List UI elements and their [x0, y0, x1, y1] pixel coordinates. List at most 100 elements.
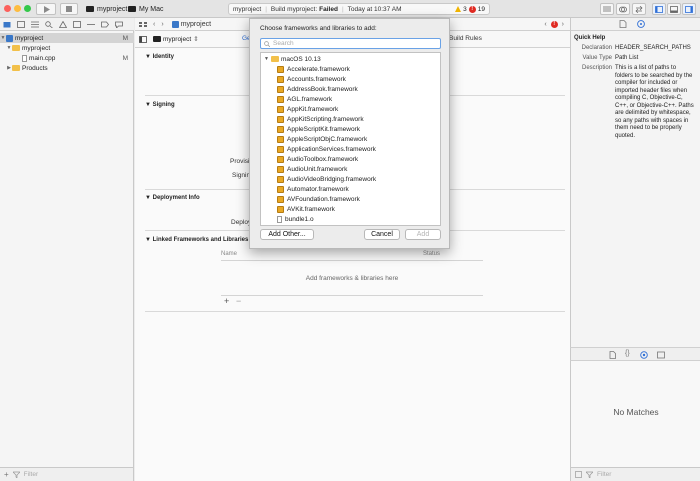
no-matches-message: No Matches	[613, 407, 659, 417]
disclosure-open-icon: ▼	[145, 54, 151, 60]
framework-icon	[277, 205, 284, 213]
source-control-icon[interactable]	[17, 20, 25, 28]
navigator-item-file[interactable]: main.cpp M	[0, 53, 134, 63]
framework-row[interactable]: Automator.framework	[277, 184, 440, 194]
warning-icon	[455, 6, 462, 12]
framework-row[interactable]: Accounts.framework	[277, 74, 440, 84]
minimize-window-button[interactable]	[14, 5, 21, 12]
scheme-selector[interactable]: myproject ›	[86, 3, 133, 15]
framework-row[interactable]: AudioVideoBridging.framework	[277, 174, 440, 184]
sidebar-toggle-icon[interactable]	[139, 36, 147, 43]
sheet-title: Choose frameworks and libraries to add:	[260, 25, 377, 32]
media-library-icon[interactable]	[657, 351, 665, 359]
assistant-editor-button[interactable]	[616, 3, 630, 15]
value-type-label: Value Type	[582, 55, 612, 61]
file-inspector-icon[interactable]	[619, 20, 627, 28]
error-icon[interactable]: !	[550, 20, 558, 28]
framework-row[interactable]: AVFoundation.framework	[277, 194, 440, 204]
framework-row[interactable]: AVKit.framework	[277, 204, 440, 214]
modified-badge: M	[122, 34, 128, 42]
framework-row[interactable]: AppKit.framework	[277, 104, 440, 114]
framework-row[interactable]: AddressBook.framework	[277, 84, 440, 94]
issue-icon[interactable]	[59, 20, 67, 28]
stop-button[interactable]	[60, 3, 78, 15]
add-icon[interactable]: +	[4, 470, 9, 479]
framework-label: Automator.framework	[287, 185, 349, 193]
project-icon	[6, 34, 13, 42]
run-button[interactable]	[36, 3, 56, 15]
sdk-group-row[interactable]: ▼ macOS 10.13	[264, 54, 440, 64]
framework-row[interactable]: AppKitScripting.framework	[277, 114, 440, 124]
remove-framework-button[interactable]: −	[236, 296, 241, 306]
test-icon[interactable]	[73, 20, 81, 28]
next-issue-icon[interactable]: ›	[562, 21, 564, 28]
zoom-window-button[interactable]	[24, 5, 31, 12]
framework-search-field[interactable]: Search	[260, 38, 441, 49]
breakpoint-icon[interactable]	[101, 21, 109, 28]
build-time: Today at 10:37 AM	[347, 5, 402, 13]
framework-row[interactable]: AudioToolbox.framework	[277, 154, 440, 164]
library-filter[interactable]: Filter	[570, 467, 700, 481]
framework-label: AudioToolbox.framework	[287, 155, 359, 163]
activity-project: myproject	[233, 5, 262, 13]
quick-help-icon[interactable]	[637, 20, 645, 28]
toggle-inspector-button[interactable]	[682, 3, 696, 15]
find-icon[interactable]	[45, 20, 53, 28]
disclosure-open-icon[interactable]: ▼	[264, 56, 271, 62]
forward-icon[interactable]: ›	[161, 21, 163, 28]
filter-placeholder: Filter	[597, 471, 612, 478]
code-snippet-icon[interactable]: {}	[625, 350, 630, 357]
column-status[interactable]: Status	[423, 251, 440, 257]
framework-row[interactable]: Accelerate.framework	[277, 64, 440, 74]
terminal-icon	[153, 36, 161, 42]
sdk-group-label: macOS 10.13	[281, 55, 321, 63]
framework-row[interactable]: AppleScriptKit.framework	[277, 124, 440, 134]
add-button[interactable]: Add	[405, 229, 441, 240]
framework-label: Accounts.framework	[287, 75, 346, 83]
toggle-navigator-button[interactable]	[652, 3, 666, 15]
destination-selector[interactable]: My Mac	[128, 3, 164, 15]
target-selector[interactable]: myproject ⇕	[153, 35, 199, 43]
framework-icon	[277, 145, 284, 153]
framework-row[interactable]: AppleScriptObjC.framework	[277, 134, 440, 144]
build-status: Failed	[319, 5, 338, 13]
activity-viewer[interactable]: myproject | Build myproject: Failed | To…	[228, 3, 490, 15]
close-window-button[interactable]	[4, 5, 11, 12]
framework-row[interactable]: bundle1.o	[277, 214, 440, 224]
framework-icon	[277, 105, 284, 113]
issue-counts[interactable]: 3 ! 19	[455, 5, 489, 13]
panel-bottom-icon	[670, 5, 678, 13]
add-frameworks-sheet: Choose frameworks and libraries to add: …	[249, 18, 450, 249]
jump-bar-project[interactable]: myproject	[181, 21, 211, 28]
file-template-icon[interactable]	[609, 351, 616, 359]
grid-view-icon[interactable]	[575, 471, 582, 478]
framework-row[interactable]: AudioUnit.framework	[277, 164, 440, 174]
filter-placeholder: Filter	[23, 471, 39, 478]
column-name[interactable]: Name	[221, 251, 237, 257]
object-library-icon[interactable]	[640, 351, 648, 359]
framework-row[interactable]: ApplicationServices.framework	[277, 144, 440, 154]
navigator-item-products[interactable]: ▶ Products	[0, 63, 134, 73]
version-editor-button[interactable]	[632, 3, 646, 15]
build-status-prefix: Build myproject:	[270, 5, 318, 13]
navigator-filter[interactable]: + Filter	[0, 467, 134, 481]
related-items-icon[interactable]	[139, 21, 147, 28]
symbol-icon[interactable]	[31, 21, 39, 28]
framework-row[interactable]: AGL.framework	[277, 94, 440, 104]
cancel-button[interactable]: Cancel	[364, 229, 400, 240]
folder-icon[interactable]	[3, 21, 11, 28]
target-name: myproject	[163, 35, 192, 43]
back-icon[interactable]: ‹	[153, 21, 155, 28]
framework-label: AudioUnit.framework	[287, 165, 348, 173]
standard-editor-button[interactable]	[600, 3, 614, 15]
navigator-item-project[interactable]: ▼ myproject M	[0, 33, 134, 43]
previous-issue-icon[interactable]: ‹	[544, 21, 546, 28]
add-other-button[interactable]: Add Other...	[260, 229, 314, 240]
toggle-debug-area-button[interactable]	[667, 3, 681, 15]
tab-build-rules[interactable]: Build Rules	[449, 35, 482, 42]
report-icon[interactable]	[115, 21, 123, 28]
add-framework-button[interactable]: +	[224, 296, 229, 306]
debug-icon[interactable]	[87, 21, 95, 28]
navigator-item-group[interactable]: ▼ myproject	[0, 43, 134, 53]
framework-label: AppKit.framework	[287, 105, 339, 113]
